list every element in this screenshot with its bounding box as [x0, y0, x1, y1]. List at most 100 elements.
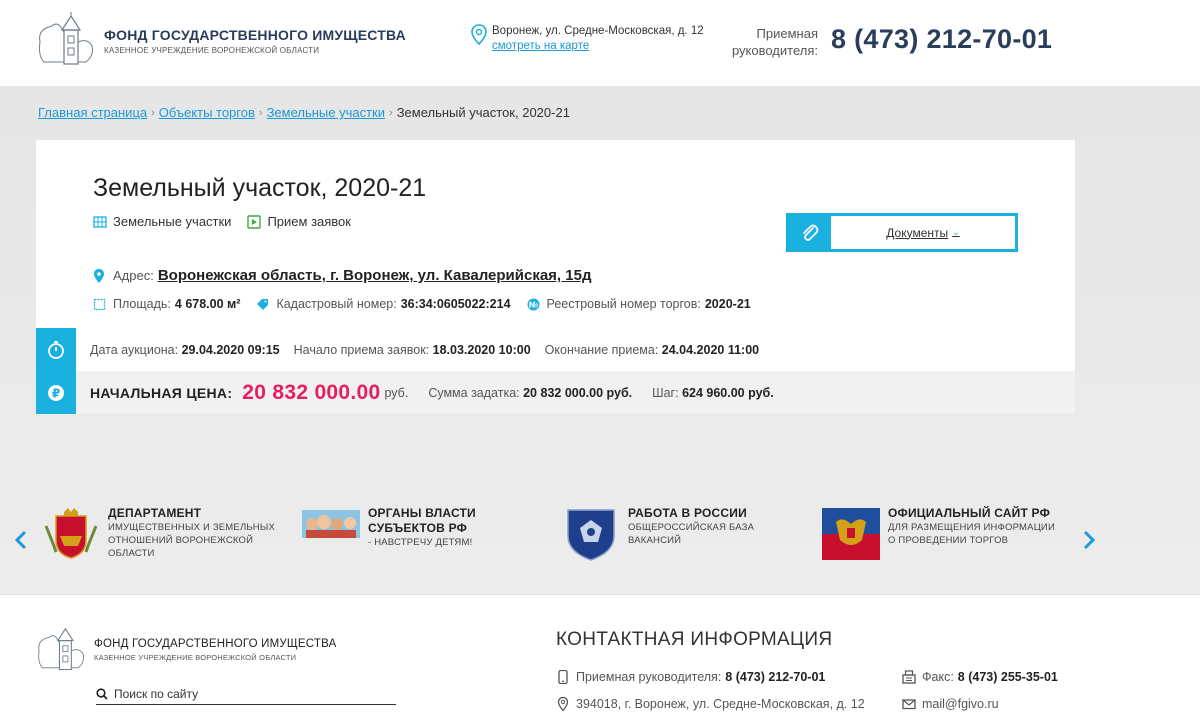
documents-label: Документы ⌄	[831, 216, 1015, 249]
partner-official-site[interactable]: ОФИЦИАЛЬНЫЙ САЙТ РФ ДЛЯ РАЗМЕЩЕНИЯ ИНФОР…	[822, 506, 1055, 562]
chevron-right-icon[interactable]	[1080, 528, 1098, 552]
site-search-input[interactable]: Поиск по сайту	[96, 683, 396, 705]
map-grid-icon	[93, 215, 107, 228]
children-photo-icon	[302, 510, 360, 538]
partner-department-sub-2: ОТНОШЕНИЙ ВОРОНЕЖСКОЙ	[108, 535, 254, 546]
dates-row: Дата аукциона: 29.04.2020 09:15 Начало п…	[36, 328, 1075, 371]
mail-icon	[902, 699, 916, 710]
header-address: Воронеж, ул. Средне-Московская, д. 12 см…	[470, 24, 704, 54]
site-logo[interactable]: ФОНД ГОСУДАРСТВЕННОГО ИМУЩЕСТВА КАЗЕННОЕ…	[34, 12, 406, 70]
partner-work-russia-title: РАБОТА В РОССИИ	[628, 506, 747, 520]
auction-date: Дата аукциона: 29.04.2020 09:15	[90, 343, 280, 357]
partner-department-title: ДЕПАРТАМЕНТ	[108, 506, 202, 520]
partner-work-russia[interactable]: РАБОТА В РОССИИ ОБЩЕРОССИЙСКАЯ БАЗА ВАКА…	[562, 506, 754, 562]
search-icon	[96, 687, 108, 700]
reception-phone[interactable]: 8 (473) 212-70-01	[725, 670, 825, 684]
number-badge-icon: №	[527, 298, 540, 310]
meta-registry: № Реестровый номер торгов: 2020-21	[527, 297, 751, 311]
breadcrumb-sep-icon: ›	[151, 106, 155, 119]
map-pin-icon	[471, 24, 487, 46]
partner-official-site-sub-1: ДЛЯ РАЗМЕЩЕНИЯ ИНФОРМАЦИИ	[888, 522, 1055, 533]
deposit: Сумма задатка: 20 832 000.00 руб.	[428, 386, 632, 400]
price-label: НАЧАЛЬНАЯ ЦЕНА:	[90, 384, 233, 401]
auction-date-value: 29.04.2020 09:15	[181, 342, 280, 357]
phone-label-line-1: Приемная	[756, 26, 818, 41]
lot-tags: Земельные участки Прием заявок	[93, 214, 367, 229]
deposit-label: Сумма задатка:	[428, 385, 520, 400]
org-title: ФОНД ГОСУДАРСТВЕННОГО ИМУЩЕСТВА	[104, 27, 406, 43]
logo-tower-icon	[38, 627, 84, 671]
documents-button[interactable]: Документы ⌄	[786, 213, 1018, 252]
end-date-label: Окончание приема:	[544, 342, 659, 357]
phone-label-line-2: руководителя:	[731, 43, 818, 58]
breadcrumb-sep-icon: ›	[389, 106, 393, 119]
chevron-left-icon[interactable]	[12, 528, 30, 552]
partner-authorities[interactable]: ОРГАНЫ ВЛАСТИ СУБЪЕКТОВ РФ - НАВСТРЕЧУ Д…	[302, 506, 476, 562]
footer-logo[interactable]: ФОНД ГОСУДАРСТВЕННОГО ИМУЩЕСТВА КАЗЕННОЕ…	[34, 625, 337, 675]
partner-work-russia-sub-1: ОБЩЕРОССИЙСКАЯ БАЗА	[628, 522, 755, 533]
svg-text:№: №	[528, 300, 538, 309]
end-date: Окончание приема: 24.04.2020 11:00	[545, 343, 759, 357]
lot-address-row: Адрес: Воронежская область, г. Воронеж, …	[93, 267, 591, 284]
svg-text:₽: ₽	[52, 386, 60, 400]
tag-category[interactable]: Земельные участки	[93, 214, 231, 229]
footer-address-text: 394018, г. Воронеж, ул. Средне-Московска…	[576, 697, 865, 711]
map-link[interactable]: смотреть на карте	[492, 40, 589, 52]
cadastral-label: Кадастровый номер:	[276, 297, 397, 311]
fax-value: 8 (473) 255-35-01	[957, 670, 1058, 684]
price-currency: руб.	[384, 385, 409, 400]
site-header: ФОНД ГОСУДАРСТВЕННОГО ИМУЩЕСТВА КАЗЕННОЕ…	[0, 0, 1200, 86]
partner-department-sub-3: ОБЛАСТИ	[108, 548, 155, 559]
breadcrumb-land[interactable]: Земельные участки	[267, 105, 385, 120]
logo-tower-icon	[39, 12, 93, 65]
breadcrumb-home[interactable]: Главная страница	[38, 105, 147, 120]
partner-authorities-sub: - НАВСТРЕЧУ ДЕТЯМ!	[368, 537, 473, 548]
tag-icon	[257, 298, 269, 310]
chevron-down-icon: ⌄	[952, 227, 960, 237]
fax-label: Факс:	[922, 670, 954, 684]
search-placeholder: Поиск по сайту	[114, 686, 199, 701]
price-value: 20 832 000.00	[242, 380, 381, 404]
footer-fax: Факс: 8 (473) 255-35-01	[902, 670, 1058, 684]
footer-org-title: ФОНД ГОСУДАРСТВЕННОГО ИМУЩЕСТВА	[94, 638, 337, 650]
cadastral-value: 36:34:0605022:214	[400, 297, 511, 311]
partner-official-site-title: ОФИЦИАЛЬНЫЙ САЙТ РФ	[888, 506, 1051, 520]
footer-email-link[interactable]: mail@fgivo.ru	[922, 697, 999, 711]
header-phone[interactable]: 8 (473) 212-70-01	[831, 24, 1052, 55]
step: Шаг: 624 960.00 руб.	[652, 386, 774, 400]
map-pin-icon	[94, 268, 104, 283]
lot-meta-row: Площадь: 4 678.00 м² Кадастровый номер: …	[93, 297, 767, 311]
footer-reception: Приемная руководителя: 8 (473) 212-70-01	[556, 670, 825, 684]
partner-authorities-title-1: ОРГАНЫ ВЛАСТИ	[368, 506, 476, 520]
reception-label: Приемная руководителя:	[576, 670, 722, 684]
deposit-value: 20 832 000.00 руб.	[523, 385, 633, 400]
area-square-icon	[93, 298, 106, 310]
tag-status-label: Прием заявок	[267, 214, 351, 229]
russia-coat-of-arms-icon	[822, 508, 880, 560]
tag-status[interactable]: Прием заявок	[247, 214, 351, 229]
ruble-coin-icon: ₽	[36, 371, 76, 414]
lot-address[interactable]: Воронежская область, г. Воронеж, ул. Кав…	[158, 267, 592, 284]
footer-org-subtitle: КАЗЕННОЕ УЧРЕЖДЕНИЕ ВОРОНЕЖСКОЙ ОБЛАСТИ	[94, 653, 297, 662]
footer-address: 394018, г. Воронеж, ул. Средне-Московска…	[556, 697, 865, 711]
breadcrumb-current: Земельный участок, 2020-21	[396, 105, 570, 120]
site-footer: ФОНД ГОСУДАРСТВЕННОГО ИМУЩЕСТВА КАЗЕННОЕ…	[0, 594, 1200, 724]
partner-work-russia-sub-2: ВАКАНСИЙ	[628, 535, 682, 546]
start-date: Начало приема заявок: 18.03.2020 10:00	[294, 343, 531, 357]
start-date-label: Начало приема заявок:	[293, 342, 430, 357]
area-value: 4 678.00 м²	[174, 297, 241, 311]
end-date-value: 24.04.2020 11:00	[661, 342, 760, 357]
voronezh-coat-of-arms-icon	[44, 508, 98, 559]
price-row: ₽ НАЧАЛЬНАЯ ЦЕНА: 20 832 000.00 руб. Сум…	[36, 371, 1075, 414]
area-label: Площадь:	[113, 297, 171, 311]
play-icon	[247, 214, 262, 229]
contacts-title: КОНТАКТНАЯ ИНФОРМАЦИЯ	[556, 629, 833, 650]
tag-category-label: Земельные участки	[113, 214, 232, 229]
partners-carousel: ДЕПАРТАМЕНТ ИМУЩЕСТВЕННЫХ И ЗЕМЕЛЬНЫХ ОТ…	[0, 500, 1200, 592]
paperclip-icon	[789, 216, 831, 249]
step-value: 624 960.00 руб.	[682, 385, 774, 400]
start-date-value: 18.03.2020 10:00	[432, 342, 531, 357]
partner-department[interactable]: ДЕПАРТАМЕНТ ИМУЩЕСТВЕННЫХ И ЗЕМЕЛЬНЫХ ОТ…	[42, 506, 275, 562]
stopwatch-icon	[36, 328, 76, 371]
breadcrumb-auctions[interactable]: Объекты торгов	[159, 105, 255, 120]
